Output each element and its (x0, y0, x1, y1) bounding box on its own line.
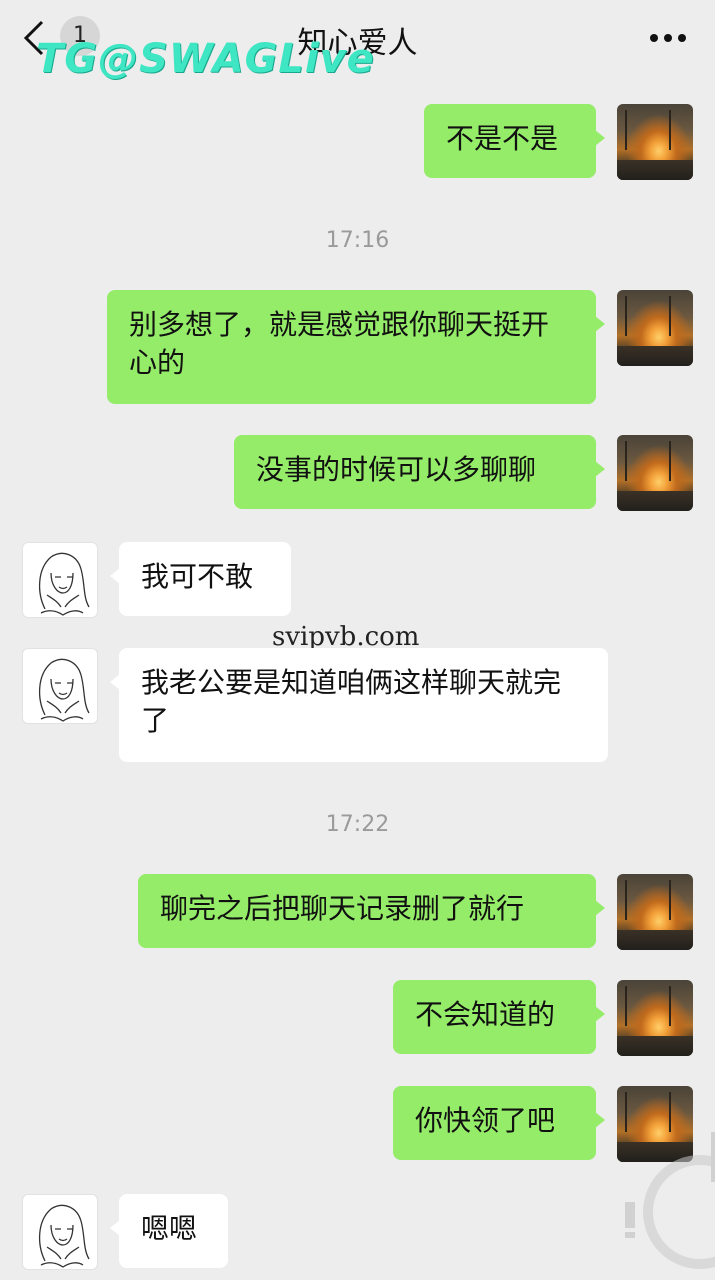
self-avatar[interactable] (617, 980, 693, 1056)
message-bubble-contact[interactable]: 我老公要是知道咱俩这样聊天就完了 (110, 648, 608, 762)
woman-sketch-icon (39, 658, 90, 722)
self-avatar[interactable] (617, 435, 693, 511)
woman-sketch-icon (39, 552, 90, 616)
self-avatar[interactable] (617, 874, 693, 950)
message-bubble-self[interactable]: 别多想了，就是感觉跟你聊天挺开心的 (107, 290, 605, 404)
more-dots-icon (650, 34, 686, 42)
woman-sketch-icon (39, 1204, 90, 1268)
chat-title: 知心爱人 (297, 26, 418, 61)
self-avatar[interactable] (617, 1086, 693, 1162)
message-bubble-self[interactable]: 没事的时候可以多聊聊 (234, 435, 605, 509)
message-bubble-contact[interactable]: 嗯嗯 (110, 1194, 228, 1268)
contact-avatar[interactable] (22, 542, 98, 618)
timestamp: 17:16 (325, 228, 390, 253)
self-avatar[interactable] (617, 104, 693, 180)
message-bubble-self[interactable]: 你快领了吧 (393, 1086, 605, 1160)
contact-avatar[interactable] (22, 648, 98, 724)
timestamp: 17:22 (325, 812, 390, 837)
message-bubble-self[interactable]: 不是不是 (424, 104, 605, 178)
message-bubble-self[interactable]: 聊完之后把聊天记录删了就行 (138, 874, 605, 948)
contact-avatar[interactable] (22, 1194, 98, 1270)
message-bubble-contact[interactable]: 我可不敢 (110, 542, 291, 616)
chat-header: 1 知心爱人 (0, 0, 715, 76)
more-button[interactable] (643, 18, 693, 58)
self-avatar[interactable] (617, 290, 693, 366)
message-bubble-self[interactable]: 不会知道的 (393, 980, 605, 1054)
